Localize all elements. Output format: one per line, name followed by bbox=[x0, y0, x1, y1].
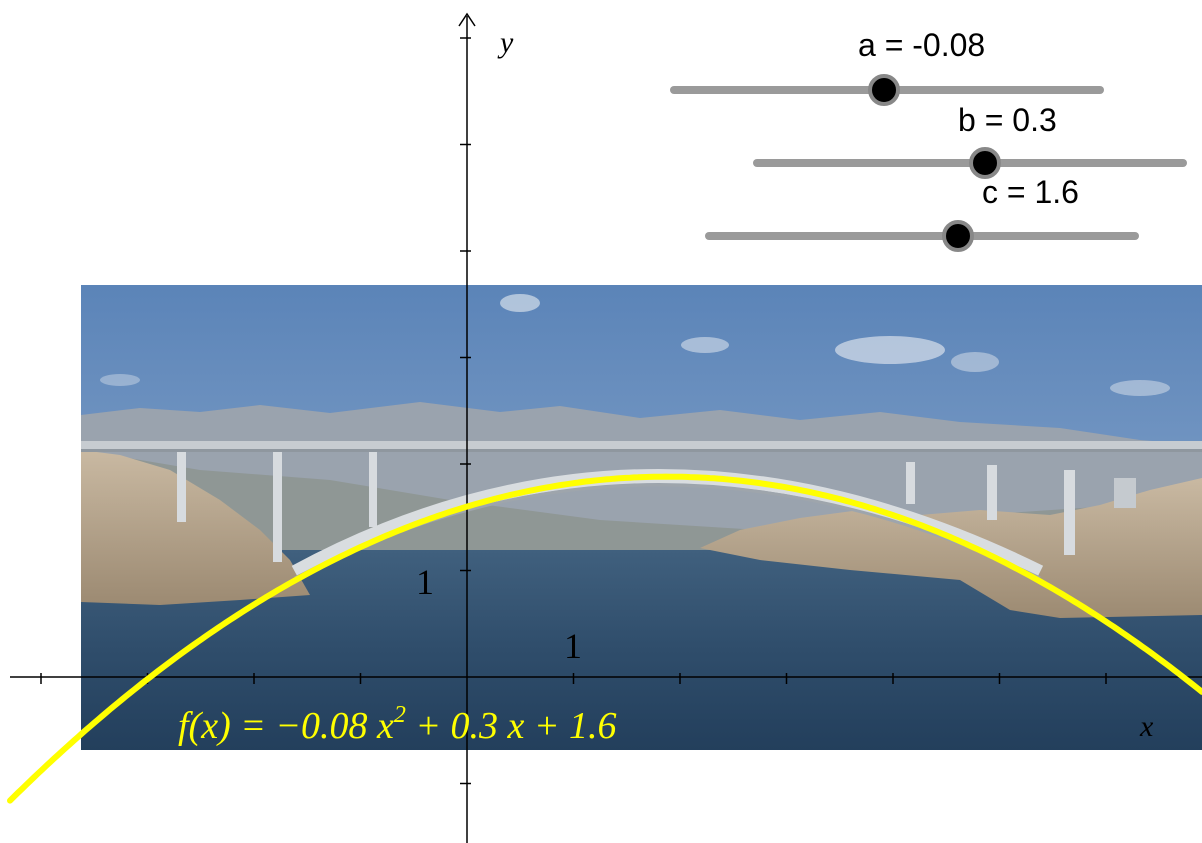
slider-a[interactable]: a = -0.08 bbox=[670, 27, 1104, 106]
slider-a-label: a = -0.08 bbox=[858, 27, 985, 63]
bridge-photo bbox=[81, 285, 1202, 750]
slider-b-label: b = 0.3 bbox=[958, 102, 1057, 138]
slider-c-label: c = 1.6 bbox=[982, 174, 1079, 210]
slider-b[interactable]: b = 0.3 bbox=[753, 102, 1187, 179]
slider-b-knob[interactable] bbox=[969, 147, 1001, 179]
y-axis-label: y bbox=[497, 26, 514, 59]
slider-c[interactable]: c = 1.6 bbox=[705, 174, 1139, 252]
function-label-rest: + 0.3 x + 1.6 bbox=[406, 705, 617, 747]
x-axis-label: x bbox=[1139, 710, 1154, 743]
y-unit-label: 1 bbox=[416, 562, 434, 602]
x-unit-label: 1 bbox=[564, 626, 582, 666]
slider-c-knob[interactable] bbox=[942, 220, 974, 252]
function-label-main: f(x) = −0.08 x bbox=[178, 705, 394, 747]
slider-a-knob[interactable] bbox=[868, 74, 900, 106]
function-label-exponent: 2 bbox=[394, 702, 406, 728]
graphics-view[interactable]: x y 1 1 f(x) = −0.08 x2 + 0.3 x + 1.6 a … bbox=[0, 0, 1202, 843]
